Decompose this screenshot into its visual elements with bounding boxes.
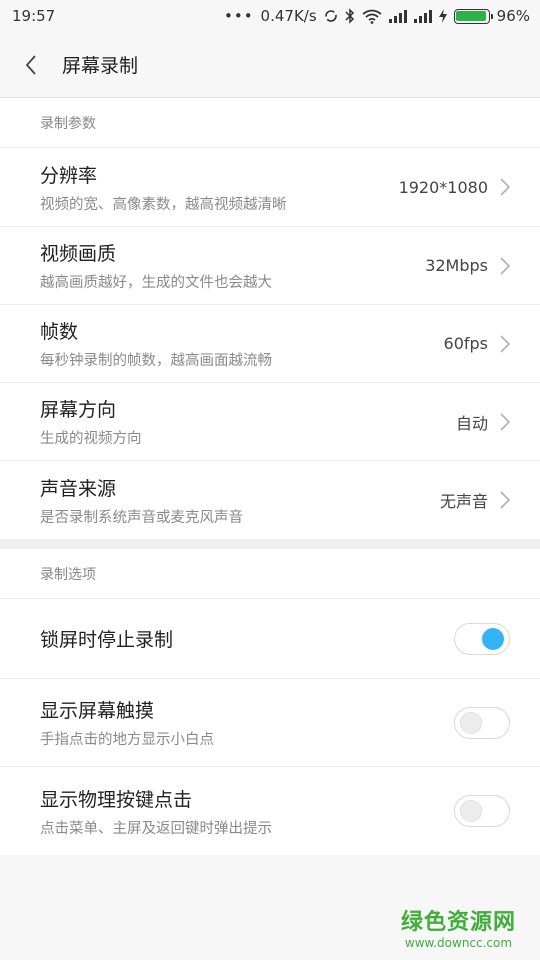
page-title: 屏幕录制 — [62, 55, 139, 77]
params-section-title: 录制参数 — [0, 98, 540, 148]
signal-icon-2 — [413, 9, 432, 23]
battery-level — [456, 11, 486, 21]
sync-icon — [324, 9, 338, 23]
chevron-right-icon — [500, 178, 510, 196]
video-quality-desc: 越高画质越好，生成的文件也会越大 — [40, 275, 272, 291]
wifi-icon — [362, 9, 382, 24]
watermark-logo: 绿色资源网 www.downcc.com — [401, 904, 516, 950]
resolution-row[interactable]: 分辨率 视频的宽、高像素数，越高视频越清晰 1920*1080 — [0, 148, 540, 227]
orientation-value: 自动 — [455, 413, 488, 433]
status-icons: ••• 0.47K/s 96% — [224, 7, 530, 25]
resolution-value: 1920*1080 — [398, 177, 488, 197]
battery-icon — [453, 8, 493, 24]
back-button[interactable] — [20, 54, 42, 76]
options-section: 录制选项 锁屏时停止录制 显示屏幕触摸 手指点击的地方显示小白点 显示物理按键点… — [0, 549, 540, 855]
video-quality-label: 视频画质 — [40, 243, 117, 265]
title-bar: 屏幕录制 — [0, 32, 540, 98]
network-speed: 0.47K/s — [260, 7, 317, 25]
resolution-desc: 视频的宽、高像素数，越高视频越清晰 — [40, 196, 287, 213]
toggle-knob — [482, 627, 504, 650]
frame-rate-row[interactable]: 帧数 每秒钟录制的帧数，越高画面越流畅 60fps — [0, 305, 540, 383]
stop-on-lock-label: 锁屏时停止录制 — [40, 629, 174, 651]
stop-on-lock-toggle[interactable] — [454, 622, 510, 655]
show-touches-row[interactable]: 显示屏幕触摸 手指点击的地方显示小白点 — [0, 679, 540, 767]
toggle-knob — [460, 711, 482, 734]
stop-on-lock-row[interactable]: 锁屏时停止录制 — [0, 599, 540, 679]
audio-source-row[interactable]: 声音来源 是否录制系统声音或麦克风声音 无声音 — [0, 461, 540, 539]
section-divider — [0, 539, 540, 549]
chevron-right-icon — [500, 412, 510, 431]
chevron-right-icon — [500, 256, 510, 275]
frame-rate-desc: 每秒钟录制的帧数，越高画面越流畅 — [40, 353, 272, 369]
show-key-presses-desc: 点击菜单、主屏及返回键时弹出提示 — [40, 820, 272, 837]
more-dots-icon: ••• — [224, 7, 254, 25]
bluetooth-icon — [345, 8, 355, 24]
watermark-en: www.downcc.com — [404, 936, 513, 950]
show-key-presses-toggle[interactable] — [454, 795, 510, 827]
show-key-presses-label: 显示物理按键点击 — [40, 788, 193, 811]
signal-icon — [388, 9, 407, 23]
back-arrow-icon — [25, 54, 36, 75]
frame-rate-value: 60fps — [443, 334, 488, 353]
options-section-title: 录制选项 — [0, 549, 540, 599]
frame-rate-label: 帧数 — [40, 321, 79, 343]
orientation-desc: 生成的视频方向 — [40, 431, 142, 447]
resolution-label: 分辨率 — [40, 164, 98, 187]
show-touches-desc: 手指点击的地方显示小白点 — [40, 732, 214, 748]
show-touches-toggle[interactable] — [454, 706, 510, 739]
audio-source-value: 无声音 — [439, 492, 488, 511]
show-touches-label: 显示屏幕触摸 — [40, 700, 155, 722]
video-quality-value: 32Mbps — [425, 256, 488, 275]
audio-source-label: 声音来源 — [40, 477, 117, 500]
video-quality-row[interactable]: 视频画质 越高画质越好，生成的文件也会越大 32Mbps — [0, 227, 540, 305]
show-key-presses-row[interactable]: 显示物理按键点击 点击菜单、主屏及返回键时弹出提示 — [0, 767, 540, 855]
toggle-knob — [460, 800, 482, 822]
orientation-label: 屏幕方向 — [40, 399, 117, 421]
chevron-right-icon — [500, 491, 510, 509]
battery-percent: 96% — [496, 7, 530, 25]
audio-source-desc: 是否录制系统声音或麦克风声音 — [40, 509, 243, 526]
params-section: 录制参数 分辨率 视频的宽、高像素数，越高视频越清晰 1920*1080 视频画… — [0, 98, 540, 539]
status-bar: 19:57 ••• 0.47K/s 96% — [0, 0, 540, 32]
chevron-right-icon — [500, 334, 510, 353]
status-time: 19:57 — [12, 7, 56, 25]
charging-icon — [438, 9, 447, 23]
watermark-cn: 绿色资源网 — [400, 910, 516, 935]
orientation-row[interactable]: 屏幕方向 生成的视频方向 自动 — [0, 383, 540, 461]
